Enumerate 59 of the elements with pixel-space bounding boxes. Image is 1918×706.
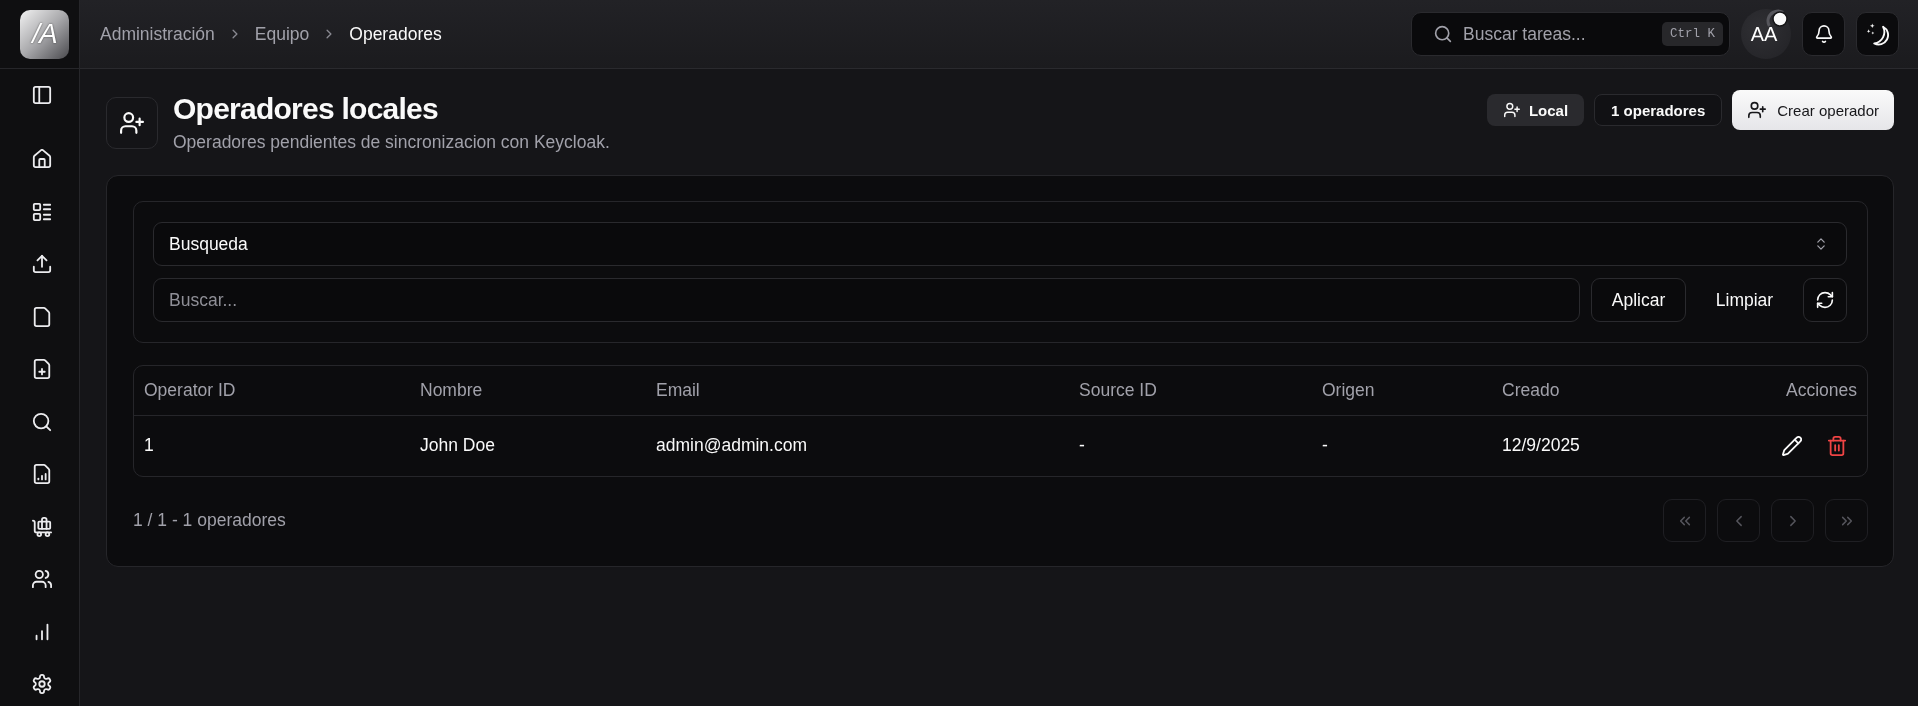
user-plus-icon bbox=[1503, 102, 1520, 118]
column-header: Creado bbox=[1492, 366, 1710, 415]
delete-button[interactable] bbox=[1825, 433, 1849, 458]
refresh-button[interactable] bbox=[1803, 278, 1847, 322]
breadcrumb-link[interactable]: Administración bbox=[100, 23, 215, 45]
sidebar-item[interactable] bbox=[29, 514, 54, 539]
search-icon bbox=[31, 411, 52, 432]
task-search-input[interactable]: Buscar tareas... bbox=[1463, 22, 1651, 46]
file-plus-icon bbox=[31, 359, 52, 379]
file-chart-icon bbox=[31, 464, 52, 484]
file-icon bbox=[31, 306, 52, 327]
bell-icon bbox=[1814, 25, 1833, 43]
apply-button[interactable]: Aplicar bbox=[1591, 278, 1686, 322]
upload-icon bbox=[31, 254, 52, 274]
user-plus-icon bbox=[106, 97, 158, 149]
column-header: Operator ID bbox=[134, 366, 410, 415]
filter-select[interactable]: Busqueda bbox=[153, 222, 1847, 266]
chevron-up-down-icon bbox=[1814, 237, 1828, 251]
table-cell: 1 bbox=[134, 415, 410, 476]
refresh-icon bbox=[1816, 291, 1834, 309]
breadcrumb-link[interactable]: Equipo bbox=[254, 23, 310, 45]
notifications-button[interactable] bbox=[1802, 12, 1845, 56]
user-avatar-button[interactable]: AA bbox=[1741, 9, 1791, 59]
pencil-icon bbox=[1782, 435, 1802, 456]
page-subtitle: Operadores pendientes de sincronizacion con Keycloak. bbox=[173, 131, 610, 154]
search-input[interactable]: Buscar... bbox=[153, 278, 1580, 322]
theme-toggle-button[interactable] bbox=[1856, 12, 1899, 56]
table-cell: - bbox=[1069, 415, 1312, 476]
page-title: Operadores locales bbox=[173, 92, 439, 126]
list-icon bbox=[31, 201, 52, 222]
badge-label: 1 operadores bbox=[1611, 101, 1706, 119]
breadcrumb-current-page: Operadores bbox=[349, 23, 442, 45]
table-cell: admin@admin.com bbox=[646, 415, 1069, 476]
column-header: Source ID bbox=[1069, 366, 1312, 415]
column-header: Nombre bbox=[410, 366, 646, 415]
table-cell: - bbox=[1312, 415, 1492, 476]
badge-label: Local bbox=[1528, 101, 1569, 119]
home-icon bbox=[31, 149, 52, 169]
shortcut-hint: Ctrl K bbox=[1662, 22, 1723, 46]
search-field[interactable]: Buscar tareas... Ctrl K bbox=[1411, 12, 1730, 56]
clear-button[interactable]: Limpiar bbox=[1697, 278, 1792, 322]
create-operator-button[interactable]: Crear operador bbox=[1732, 90, 1894, 130]
sidebar-panel-icon bbox=[31, 85, 52, 105]
pagination-summary: 1 / 1 - 1 operadores bbox=[133, 510, 286, 531]
column-header: Acciones bbox=[1710, 366, 1867, 415]
settings-icon bbox=[31, 674, 52, 694]
table-cell: John Doe bbox=[410, 415, 646, 476]
table-cell: 12/9/2025 bbox=[1492, 415, 1710, 476]
trash-icon bbox=[1827, 435, 1847, 456]
edit-button[interactable] bbox=[1780, 433, 1804, 458]
user-plus-icon bbox=[1748, 101, 1767, 119]
moon-stars-icon bbox=[1866, 22, 1889, 46]
app-logo: /A bbox=[20, 9, 69, 59]
column-header: Origen bbox=[1312, 366, 1492, 415]
luggage-cart-icon bbox=[31, 516, 52, 537]
search-icon bbox=[1434, 25, 1452, 43]
users-icon bbox=[31, 569, 52, 589]
column-header: Email bbox=[646, 366, 1069, 415]
sidebar-item[interactable] bbox=[29, 567, 54, 591]
